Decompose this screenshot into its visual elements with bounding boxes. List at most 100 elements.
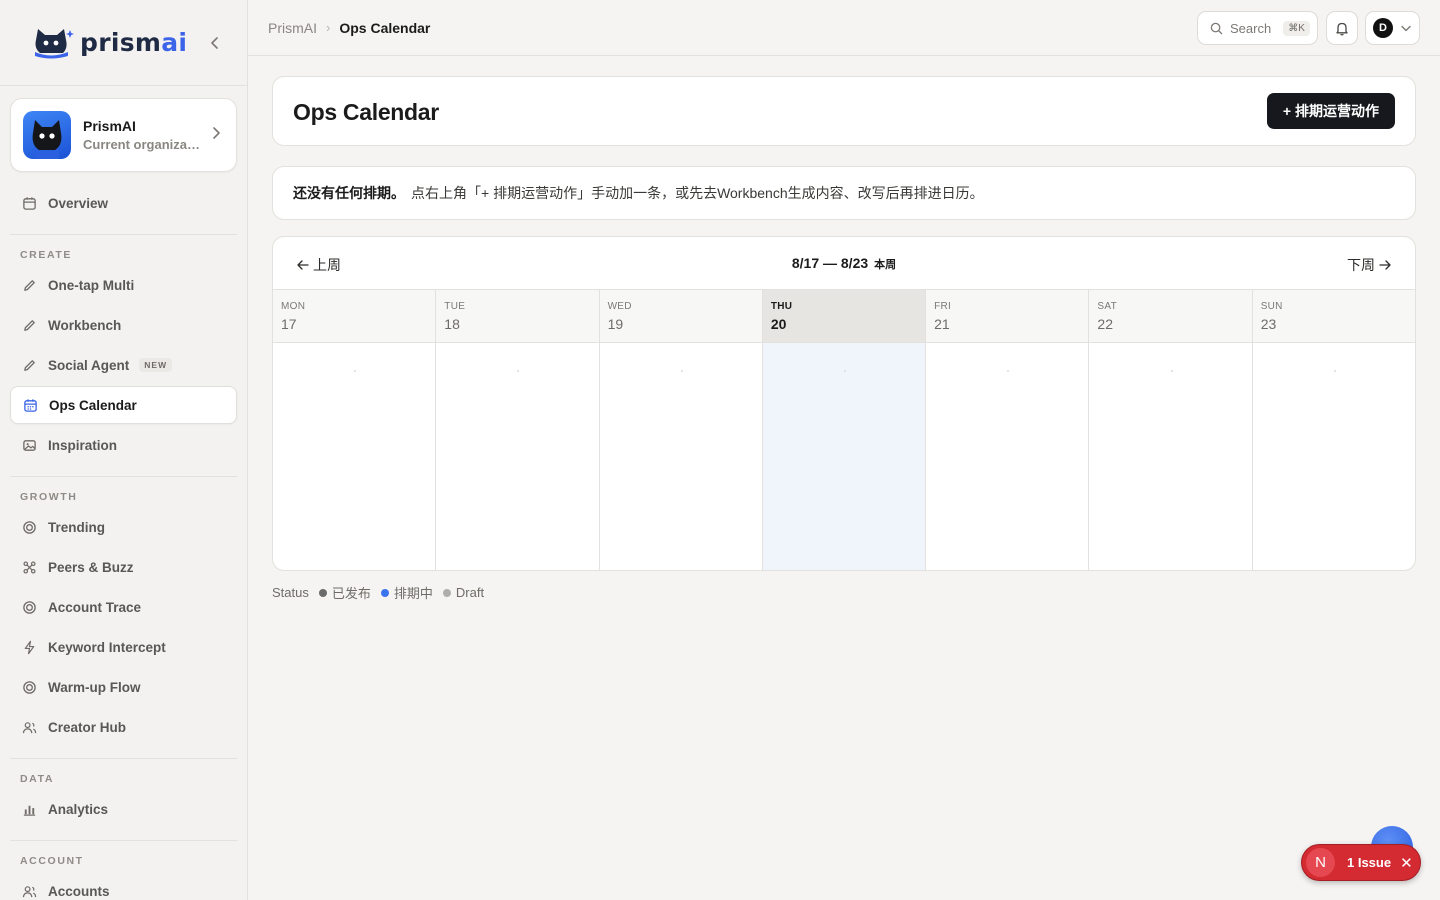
sidebar: prismai PrismAI Current organization Ove…	[0, 0, 248, 900]
day-header: MON 17	[273, 290, 436, 343]
avatar: D	[1373, 18, 1393, 38]
day-slot[interactable]	[1253, 343, 1415, 570]
new-badge: NEW	[139, 358, 173, 372]
calendar-grid: MON 17 TUE 18 WED 19 THU 20 FRI 21 SAT 2…	[273, 290, 1415, 570]
day-number: 23	[1260, 316, 1277, 332]
sidebar-item-accounts[interactable]: Accounts	[10, 872, 237, 900]
org-subtitle: Current organization	[83, 137, 203, 152]
day-slot[interactable]	[600, 343, 762, 570]
close-icon[interactable]: ✕	[1400, 854, 1413, 872]
legend-item-label: Draft	[455, 585, 485, 600]
org-avatar	[23, 111, 71, 159]
divider	[10, 758, 237, 759]
day-column-mon[interactable]: MON 17	[273, 290, 437, 570]
user-menu-button[interactable]: D	[1365, 11, 1420, 45]
breadcrumb: PrismAI › Ops Calendar	[268, 20, 430, 36]
day-number: 20	[770, 316, 787, 332]
divider	[10, 476, 237, 477]
day-of-week: SAT	[1097, 301, 1118, 312]
day-header: WED 19	[599, 290, 762, 343]
sidebar-item-account-trace[interactable]: Account Trace	[10, 588, 237, 626]
search-icon	[1210, 22, 1223, 34]
bell-icon	[1336, 22, 1348, 36]
next-week-button[interactable]: 下周	[1347, 255, 1391, 275]
notifications-button[interactable]	[1326, 11, 1358, 45]
sidebar-item-label: Warm-up Flow	[48, 679, 141, 695]
sidebar-item-label: Keyword Intercept	[48, 639, 166, 655]
sidebar-item-label: Accounts	[48, 883, 110, 899]
status-dot	[380, 588, 389, 597]
day-number: 19	[607, 316, 624, 332]
sidebar-item-inspiration[interactable]: Inspiration	[10, 426, 237, 464]
breadcrumb-root[interactable]: PrismAI	[268, 20, 317, 36]
sidebar-item-peers-buzz[interactable]: Peers & Buzz	[10, 548, 237, 586]
cat-avatar-icon	[32, 120, 62, 159]
target-icon	[23, 600, 36, 614]
legend-item-draft: Draft	[442, 585, 485, 600]
pencil-icon	[24, 279, 35, 291]
empty-marker	[1170, 370, 1173, 372]
section-label-create: CREATE	[20, 249, 72, 261]
day-header: TUE 18	[436, 290, 599, 343]
users-icon	[22, 721, 37, 733]
empty-marker	[680, 370, 683, 372]
sidebar-item-social-agent[interactable]: Social Agent NEW	[10, 346, 237, 384]
sidebar-item-label: Workbench	[48, 317, 122, 333]
day-column-sun[interactable]: SUN 23	[1252, 290, 1415, 570]
empty-marker	[1333, 370, 1336, 372]
sidebar-item-creator-hub[interactable]: Creator Hub	[10, 708, 237, 746]
day-header: FRI 21	[926, 290, 1089, 343]
sidebar-item-overview[interactable]: Overview	[10, 184, 237, 222]
sidebar-item-one-tap-multi[interactable]: One-tap Multi	[10, 266, 237, 304]
pencil-icon	[24, 359, 35, 371]
org-switcher[interactable]: PrismAI Current organization	[10, 98, 237, 172]
sidebar-item-label: Peers & Buzz	[48, 559, 134, 575]
notice-text: 点右上角「+ 排期运营动作」手动加一条，或先去Workbench生成内容、改写后…	[411, 185, 984, 201]
search-label: Search	[1230, 20, 1272, 36]
sidebar-item-label: Analytics	[48, 801, 109, 817]
day-column-wed[interactable]: WED 19	[599, 290, 763, 570]
week-calendar: 上周 8/17 — 8/23 本周 下周 MON 17 TUE 18 WED 1…	[272, 236, 1416, 571]
logo[interactable]: prismai	[0, 0, 247, 86]
status-dot	[442, 588, 451, 597]
sidebar-item-warm-up-flow[interactable]: Warm-up Flow	[10, 668, 237, 706]
users-icon	[22, 885, 37, 897]
calendar-icon	[23, 196, 36, 210]
collapse-sidebar-button[interactable]	[205, 33, 225, 53]
sidebar-item-workbench[interactable]: Workbench	[10, 306, 237, 344]
sidebar-item-label: Creator Hub	[48, 719, 127, 735]
issues-indicator[interactable]: N 1 Issue ✕	[1301, 844, 1421, 881]
sidebar-item-trending[interactable]: Trending	[10, 508, 237, 546]
day-slot[interactable]	[926, 343, 1088, 570]
day-slot[interactable]	[762, 343, 926, 570]
chevron-right-icon	[213, 127, 220, 139]
legend-item-scheduled: 排期中	[380, 583, 433, 602]
search-button[interactable]: Search ⌘K	[1197, 11, 1318, 45]
next-week-label: 下周	[1347, 257, 1375, 273]
day-column-sat[interactable]: SAT 22	[1089, 290, 1253, 570]
sidebar-item-label: Trending	[48, 519, 105, 535]
day-slot[interactable]	[1089, 343, 1251, 570]
page-title: Ops Calendar	[293, 99, 439, 125]
week-range: 8/17 — 8/23 本周	[273, 255, 1415, 272]
bar-chart-icon	[23, 805, 36, 816]
day-slot[interactable]	[273, 343, 435, 570]
network-icon	[23, 560, 36, 574]
org-name: PrismAI	[83, 118, 136, 134]
day-column-tue[interactable]: TUE 18	[436, 290, 600, 570]
sidebar-item-keyword-intercept[interactable]: Keyword Intercept	[10, 628, 237, 666]
day-column-fri[interactable]: FRI 21	[926, 290, 1090, 570]
notice-title: 还没有任何排期。	[293, 185, 405, 201]
section-label-data: DATA	[20, 773, 55, 785]
day-of-week: TUE	[444, 301, 466, 312]
day-column-thu-today[interactable]: THU 20	[762, 290, 927, 570]
legend-item-label: 已发布	[331, 586, 371, 601]
day-slot[interactable]	[436, 343, 598, 570]
divider	[10, 234, 237, 235]
sidebar-item-ops-calendar[interactable]: Ops Calendar	[10, 386, 237, 424]
sidebar-item-analytics[interactable]: Analytics	[10, 790, 237, 828]
breadcrumb-current: Ops Calendar	[339, 19, 431, 36]
add-schedule-button[interactable]: + 排期运营动作	[1266, 93, 1395, 129]
day-number: 21	[934, 316, 950, 332]
empty-marker	[517, 370, 520, 372]
